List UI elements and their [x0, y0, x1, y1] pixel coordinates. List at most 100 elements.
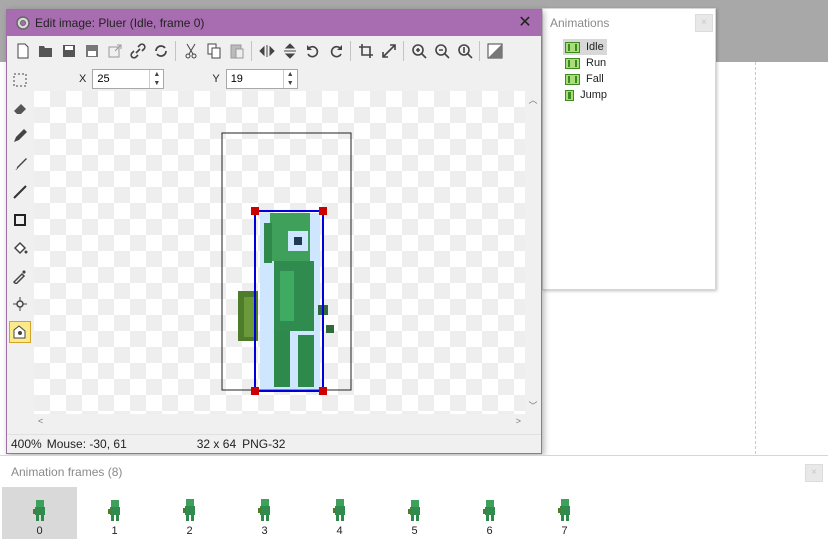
animation-item-run[interactable]: Run: [563, 55, 607, 71]
frames-panel-close-button[interactable]: ×: [805, 464, 823, 482]
status-mouse: Mouse: -30, 61: [46, 437, 127, 451]
origin-coordinates: X ▲▼ Y ▲▼: [33, 68, 298, 90]
film-icon: [565, 57, 580, 69]
room-guide-line: [755, 62, 756, 454]
scroll-right-arrow[interactable]: >: [516, 416, 521, 426]
pencil-icon[interactable]: [9, 125, 31, 147]
save-icon[interactable]: [57, 40, 80, 62]
x-down-arrow[interactable]: ▼: [150, 79, 163, 88]
eraser-icon[interactable]: [9, 97, 31, 119]
fill-icon[interactable]: [9, 237, 31, 259]
resize-handle[interactable]: [251, 207, 259, 215]
frame-label: 2: [186, 525, 193, 537]
frame-thumbnail[interactable]: 1: [77, 487, 152, 539]
crop-icon[interactable]: [354, 40, 377, 62]
frame-thumbnail[interactable]: 0: [2, 487, 77, 539]
frame-label: 1: [111, 525, 118, 537]
x-up-arrow[interactable]: ▲: [150, 70, 163, 79]
transparency-icon[interactable]: [483, 40, 506, 62]
zoom-reset-icon[interactable]: [453, 40, 476, 62]
sprite-character: [238, 213, 334, 389]
frame-thumbnail[interactable]: 3: [227, 487, 302, 539]
animation-item-label: Idle: [586, 41, 604, 53]
open-icon[interactable]: [34, 40, 57, 62]
flip-horizontal-icon[interactable]: [255, 40, 278, 62]
line-icon[interactable]: [9, 181, 31, 203]
close-button[interactable]: ✕: [509, 10, 541, 36]
copy-icon[interactable]: [202, 40, 225, 62]
scroll-left-arrow[interactable]: <: [38, 416, 43, 426]
edit-image-window: Edit image: Pluer (Idle, frame 0) ✕ X 25…: [6, 9, 542, 454]
x-stepper[interactable]: ▲▼: [92, 69, 165, 89]
status-format: PNG-32: [242, 437, 286, 451]
status-zoom: 400%: [11, 437, 42, 451]
frame-label: 5: [411, 525, 418, 537]
y-down-arrow[interactable]: ▼: [284, 79, 297, 88]
frame-thumbnail[interactable]: 7: [527, 487, 602, 539]
horizontal-scrollbar[interactable]: < >: [34, 414, 525, 431]
animation-frames-panel: Animation frames (8) × 0 1 2 3 4 5 6 7: [0, 455, 828, 549]
animation-item-jump[interactable]: Jump: [563, 87, 607, 103]
frame-thumbnail[interactable]: 5: [377, 487, 452, 539]
x-input[interactable]: [93, 70, 150, 88]
rectangle-icon[interactable]: [9, 209, 31, 231]
export-icon[interactable]: [103, 40, 126, 62]
frame-sprite: [257, 499, 270, 521]
window-title: Edit image: Pluer (Idle, frame 0): [35, 16, 205, 30]
cut-icon[interactable]: [179, 40, 202, 62]
rotate-right-icon[interactable]: [324, 40, 347, 62]
origin-icon[interactable]: [9, 293, 31, 315]
frame-label: 0: [36, 525, 43, 537]
frame-sprite: [407, 500, 420, 521]
save-as-icon[interactable]: [80, 40, 103, 62]
frame-label: 7: [561, 525, 568, 537]
resize-handle[interactable]: [319, 207, 327, 215]
vertical-scrollbar[interactable]: ︿ ﹀: [525, 91, 541, 414]
frame-thumbnail[interactable]: 4: [302, 487, 377, 539]
toolbar-separator: [251, 41, 252, 61]
frame-sprite: [482, 500, 495, 521]
resize-icon[interactable]: [377, 40, 400, 62]
rotate-left-icon[interactable]: [301, 40, 324, 62]
y-input[interactable]: [226, 70, 283, 88]
scroll-up-arrow[interactable]: ︿: [525, 91, 541, 106]
resize-handle[interactable]: [319, 387, 327, 395]
brush-icon[interactable]: [9, 153, 31, 175]
scroll-down-arrow[interactable]: ﹀: [525, 399, 541, 412]
animations-panel-title: Animations: [550, 16, 610, 30]
animations-panel: Animations × Idle Run Fall Jump: [542, 8, 716, 290]
film-icon: [565, 89, 575, 101]
frame-sprite: [557, 499, 570, 521]
zoom-in-icon[interactable]: [407, 40, 430, 62]
y-up-arrow[interactable]: ▲: [284, 70, 297, 79]
new-icon[interactable]: [11, 40, 34, 62]
animation-item-fall[interactable]: Fall: [563, 71, 607, 87]
frame-sprite: [332, 499, 345, 521]
flip-vertical-icon[interactable]: [278, 40, 301, 62]
animation-item-idle[interactable]: Idle: [563, 39, 607, 55]
frame-sprite: [182, 499, 195, 521]
paste-icon[interactable]: [225, 40, 248, 62]
frame-thumbnail[interactable]: 2: [152, 487, 227, 539]
film-icon: [565, 41, 580, 53]
select-icon[interactable]: [9, 69, 31, 91]
refresh-icon[interactable]: [149, 40, 172, 62]
eyedropper-icon[interactable]: [9, 265, 31, 287]
frame-thumbnail[interactable]: 6: [452, 487, 527, 539]
frame-sprite: [107, 500, 120, 521]
animation-item-label: Run: [586, 57, 607, 69]
hotspot-icon[interactable]: [9, 321, 31, 343]
gear-icon: [16, 16, 30, 30]
status-bar: 400% Mouse: -30, 61 32 x 64 PNG-32: [7, 434, 541, 453]
y-stepper[interactable]: ▲▼: [225, 69, 298, 89]
zoom-out-icon[interactable]: [430, 40, 453, 62]
frames-panel-title: Animation frames (8): [11, 465, 123, 479]
y-label: Y: [212, 73, 220, 85]
animations-panel-close-button[interactable]: ×: [695, 14, 713, 32]
window-titlebar[interactable]: Edit image: Pluer (Idle, frame 0) ✕: [7, 10, 541, 36]
image-canvas[interactable]: [34, 91, 525, 414]
link-icon[interactable]: [126, 40, 149, 62]
animation-item-label: Fall: [586, 73, 604, 85]
resize-handle[interactable]: [251, 387, 259, 395]
sprite-view: [221, 132, 352, 395]
